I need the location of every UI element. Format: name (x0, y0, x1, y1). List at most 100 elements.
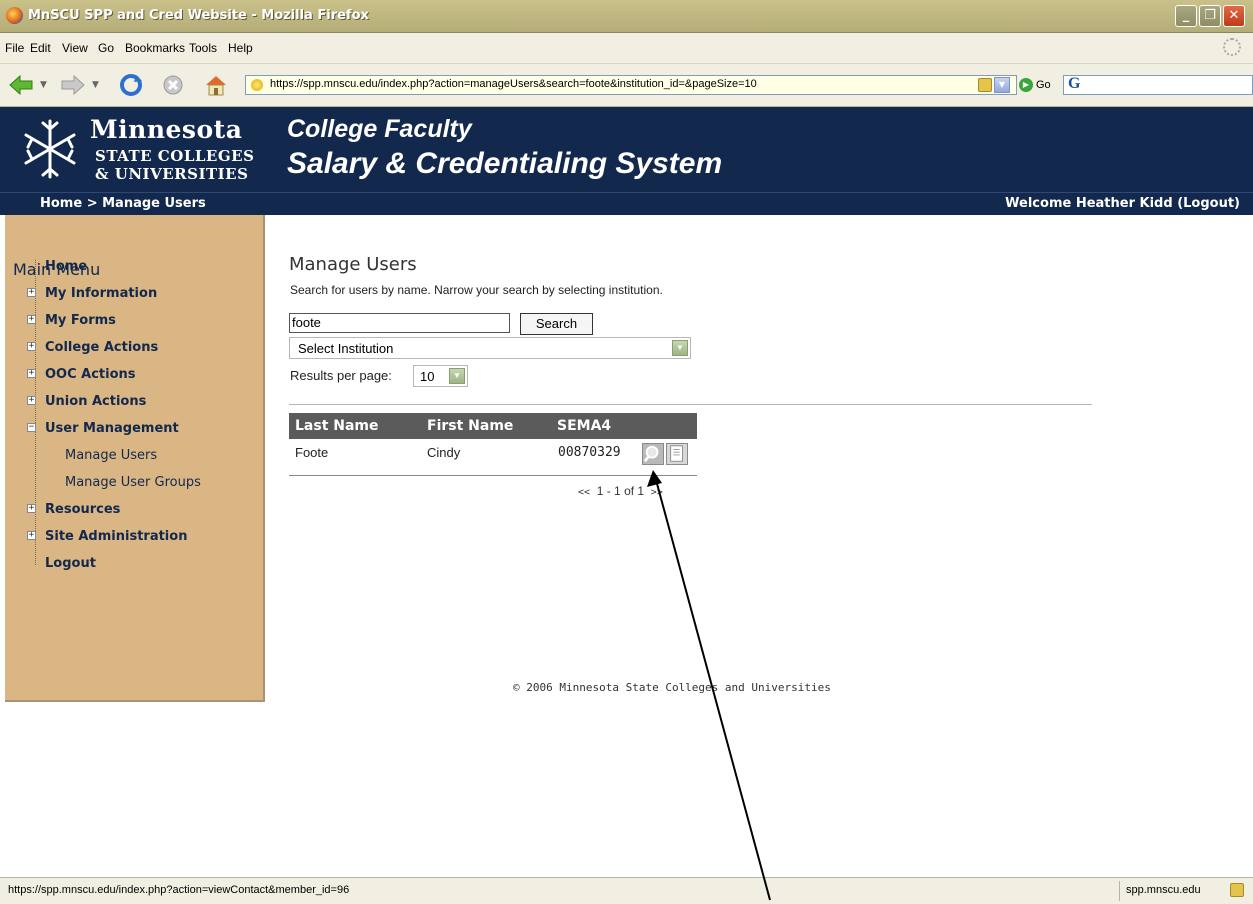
welcome-logout-link[interactable]: Welcome Heather Kidd (Logout) (1005, 196, 1240, 211)
site-banner: Minnesota STATE COLLEGES & UNIVERSITIES … (0, 107, 1253, 192)
column-header-first-name[interactable]: First Name (427, 418, 513, 434)
address-url[interactable]: https://spp.mnscu.edu/index.php?action=m… (270, 78, 757, 90)
window-titlebar: MnSCU SPP and Cred Website - Mozilla Fir… (0, 0, 1253, 33)
results-per-page-value: 10 (420, 369, 435, 384)
sidebar-item-college-actions[interactable]: College Actions (45, 340, 158, 355)
pagination: << 1 - 1 of 1 >> (578, 484, 663, 498)
expand-icon[interactable]: + (27, 504, 36, 513)
throbber-icon (1223, 38, 1241, 56)
sidebar-item-home[interactable]: Home (45, 259, 87, 274)
expand-icon[interactable]: + (27, 315, 36, 324)
forward-dropdown-icon[interactable]: ▼ (92, 80, 99, 90)
menu-view[interactable]: View (62, 41, 88, 55)
menu-help[interactable]: Help (228, 41, 253, 55)
sidebar-item-my-information[interactable]: My Information (45, 286, 157, 301)
org-name-line2: STATE COLLEGES (95, 147, 255, 165)
sidebar-item-manage-user-groups[interactable]: Manage User Groups (65, 475, 201, 490)
site-favicon-icon (251, 79, 263, 91)
snowflake-logo-icon (24, 119, 76, 179)
menu-tools[interactable]: Tools (189, 41, 217, 55)
address-bar[interactable]: https://spp.mnscu.edu/index.php?action=m… (245, 75, 1017, 95)
pager-prev[interactable]: << (578, 487, 590, 498)
menu-go[interactable]: Go (98, 41, 114, 55)
status-domain: spp.mnscu.edu (1126, 884, 1201, 896)
org-name-line3: & UNIVERSITIES (95, 165, 249, 183)
breadcrumb-bar: Home > Manage Users Welcome Heather Kidd… (0, 192, 1253, 215)
view-contact-button[interactable] (642, 443, 664, 465)
menu-bookmarks[interactable]: Bookmarks (125, 41, 185, 55)
stop-button[interactable] (160, 73, 186, 97)
cell-first-name: Cindy (427, 445, 461, 460)
table-bottom-divider (289, 475, 697, 476)
pager-range: 1 - 1 of 1 (596, 484, 645, 498)
expand-icon[interactable]: + (27, 531, 36, 540)
back-dropdown-icon[interactable]: ▼ (40, 80, 47, 90)
forward-button[interactable] (60, 73, 86, 97)
expand-icon[interactable]: + (27, 288, 36, 297)
chevron-down-icon[interactable]: ▼ (449, 368, 465, 384)
column-header-last-name[interactable]: Last Name (295, 418, 379, 434)
reload-button[interactable] (118, 73, 144, 97)
results-per-page-select[interactable]: 10 ▼ (413, 365, 468, 387)
main-menu-sidebar: Main Menu Home + My Information + My For… (5, 215, 265, 702)
menu-tree-line (35, 260, 37, 565)
users-table-header: Last Name First Name SEMA4 (289, 413, 697, 439)
sidebar-item-ooc-actions[interactable]: OOC Actions (45, 367, 136, 382)
sidebar-item-user-management[interactable]: User Management (45, 421, 179, 436)
window-title: MnSCU SPP and Cred Website - Mozilla Fir… (28, 8, 369, 23)
status-separator (1119, 881, 1120, 901)
search-button[interactable]: Search (520, 313, 593, 335)
sidebar-item-site-administration[interactable]: Site Administration (45, 529, 187, 544)
sidebar-item-manage-users[interactable]: Manage Users (65, 448, 157, 463)
maximize-button[interactable]: ❐ (1199, 5, 1221, 27)
chevron-down-icon[interactable]: ▼ (672, 340, 688, 356)
google-search-icon: G (1068, 75, 1081, 92)
stop-icon (163, 75, 183, 95)
institution-select-value: Select Institution (298, 341, 394, 356)
results-per-page-label: Results per page: (290, 368, 392, 383)
search-description: Search for users by name. Narrow your se… (290, 283, 663, 297)
back-arrow-icon (9, 74, 33, 96)
breadcrumb[interactable]: Home > Manage Users (40, 196, 206, 211)
menu-edit[interactable]: Edit (30, 41, 51, 55)
minimize-button[interactable]: _ (1175, 5, 1197, 27)
page-title: Manage Users (289, 254, 417, 275)
document-icon (670, 445, 683, 462)
search-engine-box[interactable]: G (1063, 75, 1253, 95)
divider (289, 404, 1092, 405)
go-button[interactable]: Go (1036, 79, 1051, 91)
forward-arrow-icon (61, 74, 85, 96)
institution-select[interactable]: Select Institution ▼ (289, 337, 691, 359)
address-dropdown-icon[interactable]: ▼ (994, 77, 1010, 93)
home-button[interactable] (203, 73, 229, 97)
status-lock-icon[interactable] (1230, 883, 1244, 897)
menu-file[interactable]: File (5, 41, 24, 55)
system-title-line2: Salary & Credentialing System (287, 147, 723, 180)
sidebar-item-union-actions[interactable]: Union Actions (45, 394, 146, 409)
collapse-icon[interactable]: − (27, 423, 36, 432)
sidebar-item-logout[interactable]: Logout (45, 556, 96, 571)
search-input[interactable]: foote (289, 313, 510, 333)
go-arrow-icon[interactable]: ▶ (1019, 78, 1033, 92)
close-button[interactable]: ✕ (1223, 5, 1245, 27)
sidebar-item-resources[interactable]: Resources (45, 502, 120, 517)
sidebar-item-my-forms[interactable]: My Forms (45, 313, 116, 328)
back-button[interactable] (8, 73, 34, 97)
status-text: https://spp.mnscu.edu/index.php?action=v… (8, 884, 350, 896)
cell-sema4: 00870329 (558, 445, 621, 460)
pager-next[interactable]: >> (651, 487, 663, 498)
expand-icon[interactable]: + (27, 342, 36, 351)
expand-icon[interactable]: + (27, 369, 36, 378)
firefox-logo-icon (6, 7, 23, 24)
copyright-footer: © 2006 Minnesota State Colleges and Univ… (513, 681, 831, 694)
cell-last-name: Foote (295, 445, 329, 460)
edit-user-button[interactable] (666, 443, 688, 465)
org-name-line1: Minnesota (90, 115, 243, 144)
menubar: File Edit View Go Bookmarks Tools Help (0, 33, 1253, 64)
expand-icon[interactable]: + (27, 396, 36, 405)
magnifier-icon (643, 445, 659, 463)
secure-lock-icon (978, 78, 992, 92)
column-header-sema4[interactable]: SEMA4 (557, 418, 611, 434)
system-title-line1: College Faculty (287, 115, 472, 143)
reload-icon (120, 74, 142, 96)
